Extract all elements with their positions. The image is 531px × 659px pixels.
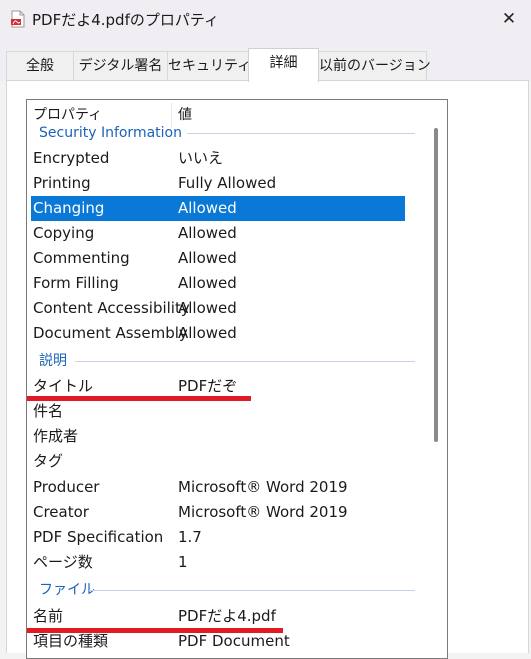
group-divider — [187, 133, 415, 134]
property-name: Form Filling — [33, 274, 119, 292]
properties-list[interactable]: プロパティ 値 Security Information Encrypted いい… — [26, 99, 448, 659]
title-bar: PDFだよ4.pdfのプロパティ ✕ — [0, 0, 531, 40]
property-name: Producer — [33, 478, 100, 496]
property-value: Fully Allowed — [178, 174, 277, 192]
close-icon[interactable]: ✕ — [495, 6, 523, 32]
property-name: Document Assembly — [33, 324, 188, 342]
property-name: Creator — [33, 503, 89, 521]
property-value: Allowed — [178, 274, 237, 292]
vertical-scrollbar-thumb[interactable] — [434, 128, 438, 442]
property-name: 件名 — [33, 402, 64, 420]
property-value: いいえ — [178, 149, 224, 167]
group-header-description[interactable]: 説明 — [39, 351, 67, 371]
pdf-file-icon — [11, 10, 25, 28]
property-name: ページ数 — [33, 553, 93, 571]
property-row[interactable]: 作成者 — [31, 424, 405, 449]
property-row[interactable]: Form Filling Allowed — [31, 271, 405, 296]
property-name: Content Accessibility — [33, 299, 190, 317]
tab-details[interactable]: 詳細 — [248, 48, 319, 82]
tab-strip: 全般 デジタル署名 セキュリティ 詳細 以前のバージョン — [0, 40, 531, 82]
property-value: Allowed — [178, 299, 237, 317]
property-value: Allowed — [178, 224, 237, 242]
property-value: Microsoft® Word 2019 — [178, 478, 348, 496]
annotation-underline-title — [27, 396, 251, 401]
property-row[interactable]: Creator Microsoft® Word 2019 — [31, 500, 405, 525]
property-row[interactable]: Commenting Allowed — [31, 246, 405, 271]
property-name: 名前 — [33, 607, 64, 625]
tab-general[interactable]: 全般 — [6, 51, 74, 80]
group-header-file[interactable]: ファイル — [39, 580, 95, 600]
window-title: PDFだよ4.pdfのプロパティ — [32, 11, 219, 29]
property-row-selected[interactable]: Changing Allowed — [31, 196, 405, 221]
property-name: Changing — [33, 199, 105, 217]
tab-digital-signature[interactable]: デジタル署名 — [73, 51, 168, 80]
property-value: Microsoft® Word 2019 — [178, 503, 348, 521]
property-value: Allowed — [178, 199, 237, 217]
property-name: Copying — [33, 224, 95, 242]
property-row[interactable]: Encrypted いいえ — [31, 146, 405, 171]
property-name: Printing — [33, 174, 91, 192]
tab-security[interactable]: セキュリティ — [167, 51, 251, 80]
property-value: 1 — [178, 553, 188, 571]
property-value: 1.7 — [178, 528, 202, 546]
property-value: Allowed — [178, 249, 237, 267]
property-row[interactable]: Content Accessibility Allowed — [31, 296, 405, 321]
group-divider — [75, 361, 415, 362]
property-name: タグ — [33, 452, 64, 470]
property-row[interactable]: Copying Allowed — [31, 221, 405, 246]
property-row[interactable]: PDF Specification 1.7 — [31, 525, 405, 550]
property-row[interactable]: 件名 — [31, 399, 405, 424]
property-row[interactable]: Document Assembly Allowed — [31, 321, 405, 346]
property-name: Commenting — [33, 249, 130, 267]
group-header-security[interactable]: Security Information — [39, 123, 182, 143]
tab-previous-versions[interactable]: 以前のバージョン — [318, 51, 431, 80]
property-row[interactable]: Printing Fully Allowed — [31, 171, 405, 196]
property-row[interactable]: ページ数 1 — [31, 550, 405, 575]
property-value: PDFだよ4.pdf — [178, 607, 276, 625]
property-row[interactable]: タグ — [31, 449, 405, 474]
property-value: Allowed — [178, 324, 237, 342]
property-name: Encrypted — [33, 149, 110, 167]
group-divider — [89, 590, 415, 591]
property-name: PDF Specification — [33, 528, 164, 546]
annotation-underline-name — [27, 628, 283, 633]
property-row[interactable]: 名前 PDFだよ4.pdf — [31, 604, 405, 629]
property-name: 作成者 — [33, 427, 79, 445]
property-row[interactable]: Producer Microsoft® Word 2019 — [31, 475, 405, 500]
